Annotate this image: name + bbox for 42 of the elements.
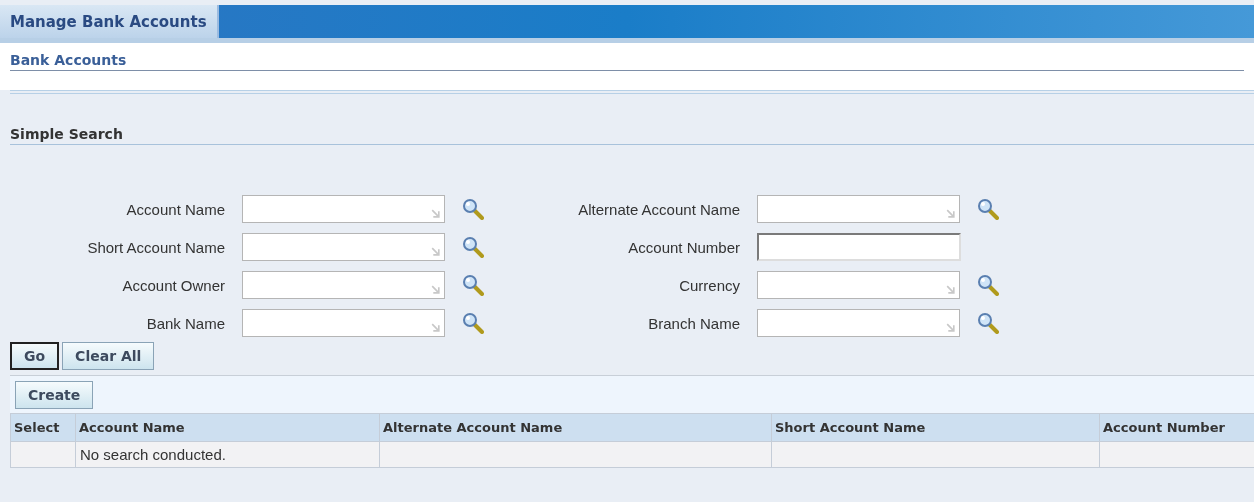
resize-grip-icon: [430, 208, 441, 219]
column-header: Short Account Name: [771, 413, 1100, 442]
field-label: Currency: [678, 276, 740, 294]
search-icon[interactable]: [462, 236, 484, 258]
resize-grip-icon: [945, 322, 956, 333]
input-field[interactable]: [757, 271, 960, 299]
search-icon[interactable]: [462, 274, 484, 296]
resize-grip-icon: [430, 322, 441, 333]
page-title: Bank Accounts: [10, 52, 1244, 71]
resize-grip-icon: [945, 284, 956, 295]
input-field[interactable]: [242, 309, 445, 337]
search-icon[interactable]: [977, 274, 999, 296]
search-icon[interactable]: [977, 312, 999, 334]
column-header: Account Name: [75, 413, 380, 442]
tab[interactable]: Manage Bank Accounts: [0, 5, 219, 38]
column-header: Account Number: [1099, 413, 1254, 442]
input-field[interactable]: [242, 195, 445, 223]
input-field[interactable]: [242, 271, 445, 299]
field-label: Bank Name: [145, 314, 225, 332]
field-label: Account Owner: [121, 276, 225, 294]
column-header: Alternate Account Name: [379, 413, 772, 442]
input-field[interactable]: [242, 233, 445, 261]
column-header: Select: [10, 413, 76, 442]
field-label: Account Name: [125, 200, 225, 218]
go-button[interactable]: Go: [10, 342, 60, 370]
field-label: Short Account Name: [86, 238, 225, 256]
field-label: Alternate Account Name: [577, 200, 740, 218]
search-icon[interactable]: [977, 198, 999, 220]
input-field[interactable]: [757, 309, 960, 337]
resize-grip-icon: [430, 246, 441, 257]
field-label: Branch Name: [647, 314, 740, 332]
input-field[interactable]: [757, 195, 960, 223]
field-label: Account Number: [627, 238, 740, 256]
clear-button[interactable]: Clear All: [62, 342, 155, 370]
create-button[interactable]: Create: [15, 380, 94, 409]
search-icon[interactable]: [462, 312, 484, 334]
search-icon[interactable]: [462, 198, 484, 220]
input-field[interactable]: [757, 233, 961, 261]
table-cell: No search conducted.: [75, 441, 380, 468]
resize-grip-icon: [945, 208, 956, 219]
section-heading: Simple Search: [10, 126, 1254, 145]
resize-grip-icon: [430, 284, 441, 295]
